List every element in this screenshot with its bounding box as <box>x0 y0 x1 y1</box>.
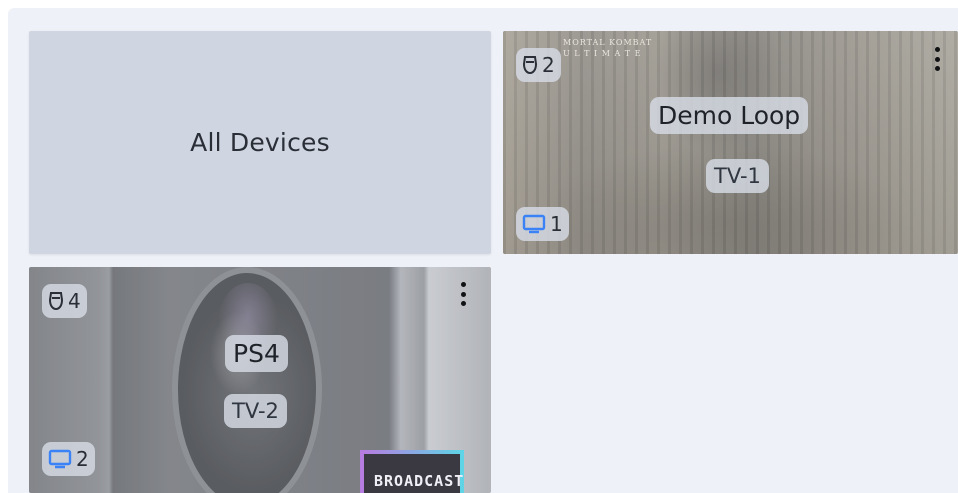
device-grid-panel: All Devices MORTAL KOMBAT U L T I M A T … <box>8 8 958 493</box>
broadcast-logo: BROADCAST <box>360 450 464 493</box>
controller-count-badge: 4 <box>42 284 87 318</box>
ps4-tv-name: TV-2 <box>224 394 287 428</box>
all-devices-tile[interactable]: All Devices <box>29 31 491 254</box>
ps4-title: PS4 <box>225 335 288 372</box>
all-devices-label: All Devices <box>190 128 330 157</box>
controller-count: 2 <box>542 53 555 77</box>
tv-count-badge: 1 <box>516 207 569 241</box>
demo-loop-tv-name: TV-1 <box>706 159 769 193</box>
gamepad-icon <box>522 55 538 75</box>
tv-count: 1 <box>550 212 563 236</box>
tv-icon <box>48 449 72 469</box>
controller-count-badge: 2 <box>516 48 561 82</box>
game-logo-line2: U L T I M A T E <box>563 49 642 58</box>
game-logo: MORTAL KOMBAT U L T I M A T E <box>563 37 652 59</box>
tv-count: 2 <box>76 447 89 471</box>
demo-loop-tile[interactable]: MORTAL KOMBAT U L T I M A T E 2 Demo Loo… <box>503 31 958 254</box>
game-logo-line1: MORTAL KOMBAT <box>563 38 653 47</box>
controller-count: 4 <box>68 289 81 313</box>
camera-lens-image <box>172 267 322 493</box>
demo-loop-menu-icon[interactable] <box>931 43 943 75</box>
ps4-menu-icon[interactable] <box>457 278 469 310</box>
tv-count-badge: 2 <box>42 442 95 476</box>
ps4-tile[interactable]: BROADCAST 4 PS4 TV-2 2 <box>29 267 491 493</box>
gamepad-icon <box>48 291 64 311</box>
demo-loop-title: Demo Loop <box>650 97 809 134</box>
tv-icon <box>522 214 546 234</box>
